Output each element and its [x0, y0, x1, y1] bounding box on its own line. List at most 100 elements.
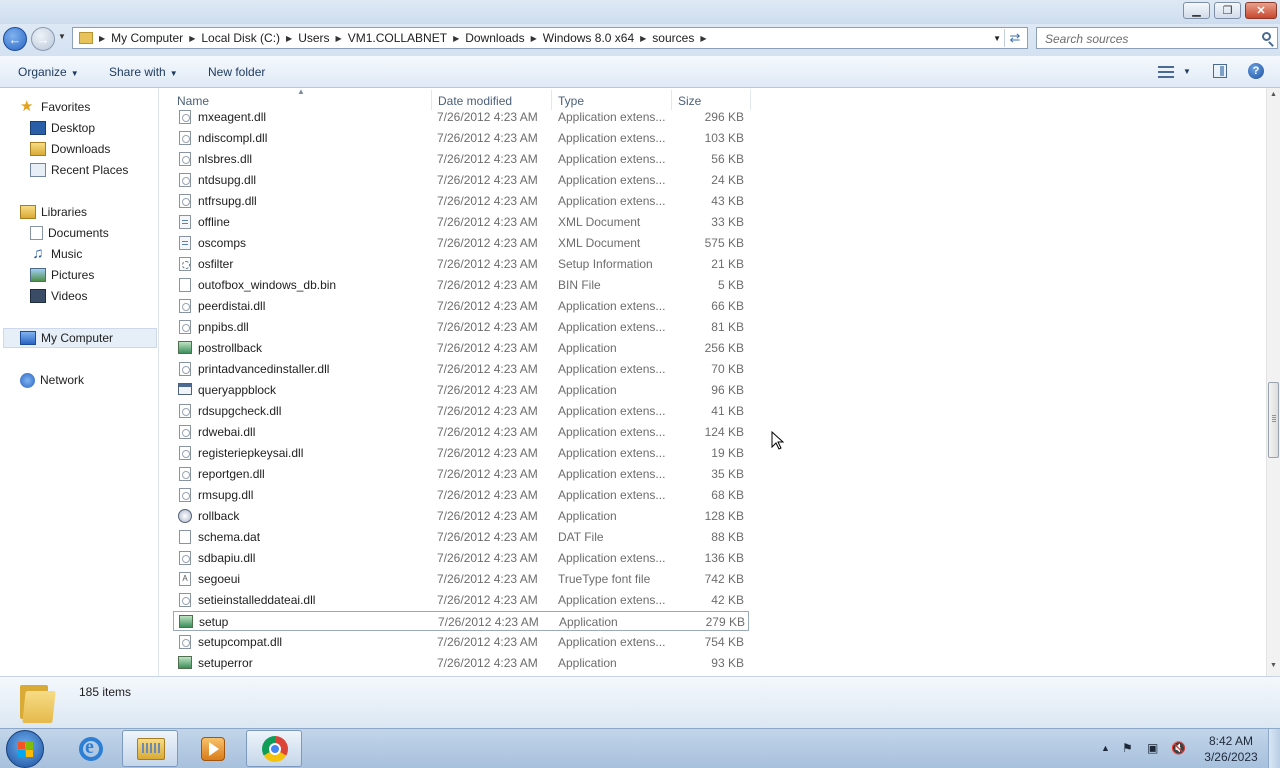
- file-row[interactable]: osfilter 7/26/2012 4:23 AM Setup Informati…: [173, 254, 749, 274]
- taskbar-media-player[interactable]: [184, 730, 240, 767]
- file-row[interactable]: oscomps 7/26/2012 4:23 AM XML Document 575 …: [173, 233, 749, 253]
- nav-libraries[interactable]: Libraries: [20, 202, 87, 222]
- file-row[interactable]: registeriepkeysai.dll 7/26/2012 4:23 AM Ap…: [173, 443, 749, 463]
- recent-pages-dropdown[interactable]: ▼: [58, 32, 66, 41]
- file-row[interactable]: Asegoeui 7/26/2012 4:23 AM TrueType font f…: [173, 569, 749, 589]
- nav-my-computer-label: My Computer: [41, 331, 114, 345]
- chevron-right-icon[interactable]: ▶: [334, 34, 344, 43]
- chevron-right-icon[interactable]: ▶: [97, 34, 107, 43]
- chevron-right-icon[interactable]: ▶: [698, 34, 708, 43]
- breadcrumb-local-disk[interactable]: Local Disk (C:): [197, 28, 284, 48]
- preview-pane-icon[interactable]: [1213, 64, 1227, 78]
- file-row[interactable]: setuperror 7/26/2012 4:23 AM Application 93…: [173, 653, 749, 673]
- action-center-flag-icon[interactable]: ⚑: [1122, 741, 1133, 755]
- file-date-modified: 7/26/2012 4:23 AM: [437, 383, 538, 397]
- file-row-selected[interactable]: setup 7/26/2012 4:23 AM Application 279 KB: [173, 611, 749, 631]
- search-box[interactable]: [1036, 27, 1278, 49]
- minimize-button[interactable]: ▁: [1183, 2, 1210, 19]
- file-row[interactable]: setieinstalleddateai.dll 7/26/2012 4:23 A…: [173, 590, 749, 610]
- column-header-name[interactable]: Name: [177, 94, 209, 108]
- nav-network[interactable]: Network: [20, 370, 84, 390]
- file-row[interactable]: rdsupgcheck.dll 7/26/2012 4:23 AM Applicat…: [173, 401, 749, 421]
- file-row[interactable]: outofbox_windows_db.bin 7/26/2012 4:23 AM…: [173, 275, 749, 295]
- show-desktop-button[interactable]: [1268, 729, 1280, 768]
- taskbar-windows-explorer[interactable]: [122, 730, 178, 767]
- address-bar[interactable]: ▶ My Computer ▶ Local Disk (C:) ▶ Users …: [72, 27, 1028, 49]
- file-row[interactable]: postrollback 7/26/2012 4:23 AM Application…: [173, 338, 749, 358]
- chevron-right-icon[interactable]: ▶: [529, 34, 539, 43]
- start-button[interactable]: [6, 730, 44, 768]
- file-row[interactable]: reportgen.dll 7/26/2012 4:23 AM Applicatio…: [173, 464, 749, 484]
- file-type: TrueType font file: [558, 572, 651, 586]
- nav-music[interactable]: ♫ Music: [30, 244, 82, 264]
- nav-favorites[interactable]: ★ Favorites: [20, 97, 90, 117]
- file-type: Application extens...: [558, 551, 666, 565]
- taskbar-internet-explorer[interactable]: [62, 730, 118, 767]
- network-tray-icon[interactable]: ▣: [1147, 741, 1158, 755]
- chevron-right-icon[interactable]: ▶: [187, 34, 197, 43]
- close-button[interactable]: ✕: [1245, 2, 1277, 19]
- file-row[interactable]: printadvancedinstaller.dll 7/26/2012 4:23…: [173, 359, 749, 379]
- file-row[interactable]: ntdsupg.dll 7/26/2012 4:23 AM Application …: [173, 170, 749, 190]
- breadcrumb-vm1-collabnet[interactable]: VM1.COLLABNET: [344, 28, 451, 48]
- breadcrumb-downloads[interactable]: Downloads: [461, 28, 528, 48]
- forward-button[interactable]: →: [31, 27, 55, 51]
- column-divider[interactable]: [750, 90, 751, 110]
- taskbar-chrome[interactable]: [246, 730, 302, 767]
- nav-desktop[interactable]: Desktop: [30, 118, 95, 138]
- search-input[interactable]: [1043, 30, 1247, 48]
- file-name: reportgen.dll: [198, 467, 265, 481]
- file-type: Application extens...: [558, 131, 666, 145]
- file-row[interactable]: schema.dat 7/26/2012 4:23 AM DAT File 88 KB: [173, 527, 749, 547]
- breadcrumb-windows-8-x64[interactable]: Windows 8.0 x64: [539, 28, 638, 48]
- nav-recent-places[interactable]: Recent Places: [30, 160, 128, 180]
- file-row[interactable]: rollback 7/26/2012 4:23 AM Application 128 …: [173, 506, 749, 526]
- file-row[interactable]: offline 7/26/2012 4:23 AM XML Document 33 K…: [173, 212, 749, 232]
- new-folder-button[interactable]: New folder: [208, 65, 265, 79]
- nav-my-computer[interactable]: My Computer: [3, 328, 157, 348]
- nav-pictures[interactable]: Pictures: [30, 265, 94, 285]
- file-row[interactable]: ndiscompl.dll 7/26/2012 4:23 AM Applicatio…: [173, 128, 749, 148]
- file-row[interactable]: peerdistai.dll 7/26/2012 4:23 AM Applicati…: [173, 296, 749, 316]
- volume-muted-icon[interactable]: 🔇: [1171, 741, 1186, 755]
- change-view-icon[interactable]: [1158, 66, 1174, 78]
- breadcrumb-sources[interactable]: sources: [648, 28, 698, 48]
- file-row[interactable]: queryappblock 7/26/2012 4:23 AM Applicatio…: [173, 380, 749, 400]
- chevron-right-icon[interactable]: ▶: [284, 34, 294, 43]
- help-icon[interactable]: ?: [1248, 63, 1264, 79]
- file-row[interactable]: ntfrsupg.dll 7/26/2012 4:23 AM Application…: [173, 191, 749, 211]
- file-size: 136 KB: [704, 551, 744, 565]
- scroll-up-arrow-icon[interactable]: ▲: [1270, 91, 1277, 98]
- column-header-date-modified[interactable]: Date modified: [438, 94, 512, 108]
- nav-documents[interactable]: Documents: [30, 223, 109, 243]
- file-row[interactable]: sdbapiu.dll 7/26/2012 4:23 AM Application …: [173, 548, 749, 568]
- file-row[interactable]: setupcompat.dll 7/26/2012 4:23 AM Applicat…: [173, 632, 749, 652]
- back-button[interactable]: ←: [3, 27, 27, 51]
- vertical-scrollbar[interactable]: ▲ ▼: [1266, 88, 1280, 676]
- file-row[interactable]: rdwebai.dll 7/26/2012 4:23 AM Application …: [173, 422, 749, 442]
- file-row[interactable]: rmsupg.dll 7/26/2012 4:23 AM Application e…: [173, 485, 749, 505]
- column-header-size[interactable]: Size: [678, 94, 701, 108]
- share-with-button[interactable]: Share with ▼: [109, 65, 178, 79]
- file-row[interactable]: mxeagent.dll 7/26/2012 4:23 AM Application…: [173, 107, 749, 127]
- scrollbar-thumb[interactable]: [1268, 382, 1279, 458]
- file-row[interactable]: pnpibs.dll 7/26/2012 4:23 AM Application e…: [173, 317, 749, 337]
- address-history-dropdown[interactable]: ▼: [993, 34, 1001, 43]
- file-row[interactable]: nlsbres.dll 7/26/2012 4:23 AM Application …: [173, 149, 749, 169]
- maximize-button[interactable]: ❐: [1214, 2, 1241, 19]
- nav-videos[interactable]: Videos: [30, 286, 87, 306]
- scroll-down-arrow-icon[interactable]: ▼: [1270, 662, 1277, 669]
- breadcrumb-users[interactable]: Users: [294, 28, 333, 48]
- nav-downloads[interactable]: Downloads: [30, 139, 110, 159]
- chevron-right-icon[interactable]: ▶: [638, 34, 648, 43]
- search-icon[interactable]: [1262, 32, 1271, 41]
- breadcrumb-my-computer[interactable]: My Computer: [107, 28, 187, 48]
- organize-button[interactable]: Organize ▼: [18, 65, 79, 79]
- column-header-type[interactable]: Type: [558, 94, 584, 108]
- clock[interactable]: 8:42 AM 3/26/2023: [1196, 733, 1266, 765]
- refresh-button[interactable]: ⇄: [1004, 29, 1025, 47]
- file-size: 19 KB: [711, 446, 744, 460]
- view-options-dropdown[interactable]: ▼: [1183, 67, 1191, 76]
- show-hidden-icons-button[interactable]: ▲: [1101, 743, 1110, 753]
- chevron-right-icon[interactable]: ▶: [451, 34, 461, 43]
